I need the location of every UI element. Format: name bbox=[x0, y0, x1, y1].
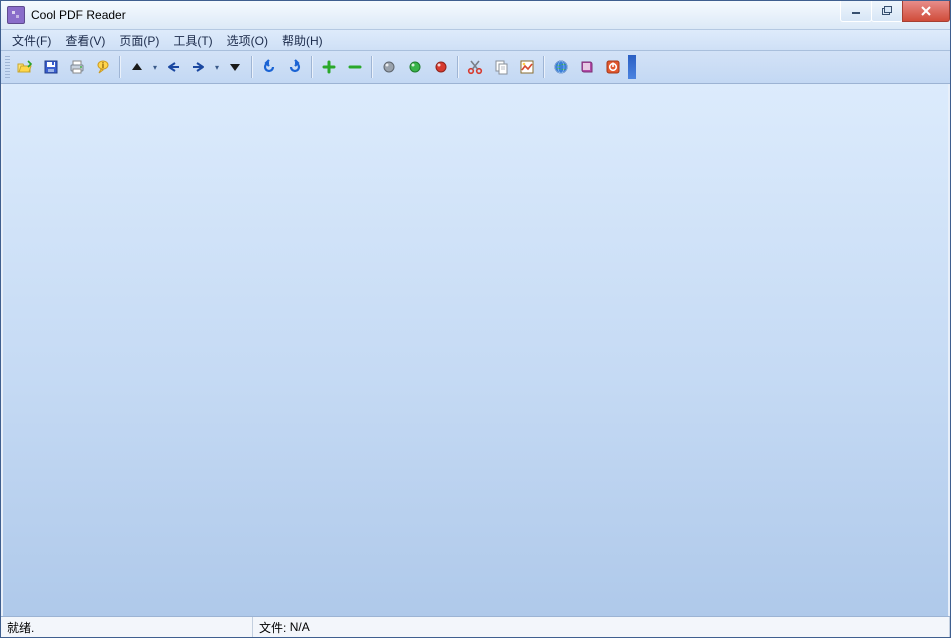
maximize-icon bbox=[882, 6, 893, 16]
window-title: Cool PDF Reader bbox=[31, 8, 126, 22]
menu-view[interactable]: 查看(V) bbox=[58, 30, 112, 51]
app-icon bbox=[7, 6, 25, 24]
first-page-button[interactable] bbox=[125, 55, 149, 79]
titlebar: Cool PDF Reader bbox=[1, 1, 950, 30]
image-button[interactable] bbox=[515, 55, 539, 79]
minimize-button[interactable] bbox=[840, 1, 872, 22]
window-controls bbox=[841, 1, 950, 22]
menu-help[interactable]: 帮助(H) bbox=[275, 30, 330, 51]
toolbar-end-grip[interactable] bbox=[628, 55, 636, 79]
green-circle-icon bbox=[408, 60, 422, 74]
zoom-out-button[interactable] bbox=[343, 55, 367, 79]
copy-pages-icon bbox=[493, 59, 509, 75]
toolbar-grip[interactable] bbox=[5, 56, 10, 78]
arrow-left-icon bbox=[165, 60, 181, 74]
info-button[interactable]: i bbox=[91, 55, 115, 79]
separator bbox=[311, 56, 313, 78]
web-button[interactable] bbox=[549, 55, 573, 79]
separator bbox=[251, 56, 253, 78]
separator bbox=[119, 56, 121, 78]
gray-dot-button[interactable] bbox=[377, 55, 401, 79]
menu-file[interactable]: 文件(F) bbox=[5, 30, 58, 51]
last-page-button[interactable] bbox=[223, 55, 247, 79]
next-page-dropdown[interactable]: ▾ bbox=[212, 63, 222, 72]
open-button[interactable] bbox=[13, 55, 37, 79]
minimize-icon bbox=[851, 6, 861, 16]
power-button[interactable] bbox=[601, 55, 625, 79]
zoom-in-button[interactable] bbox=[317, 55, 341, 79]
globe-icon bbox=[553, 59, 569, 75]
floppy-save-icon bbox=[43, 59, 59, 75]
red-dot-button[interactable] bbox=[429, 55, 453, 79]
power-icon bbox=[605, 59, 621, 75]
menu-tools[interactable]: 工具(T) bbox=[166, 30, 219, 51]
maximize-button[interactable] bbox=[871, 1, 903, 22]
close-icon bbox=[920, 6, 932, 16]
status-ready: 就绪. bbox=[1, 617, 253, 637]
red-circle-icon bbox=[434, 60, 448, 74]
save-button[interactable] bbox=[39, 55, 63, 79]
app-window: Cool PDF Reader 文件(F) 查看(V) 页面(P) 工具(T) … bbox=[0, 0, 951, 638]
statusbar: 就绪. 文件: N/A bbox=[1, 616, 950, 637]
plus-icon bbox=[321, 59, 337, 75]
svg-text:i: i bbox=[102, 61, 104, 70]
separator bbox=[543, 56, 545, 78]
copy-button[interactable] bbox=[489, 55, 513, 79]
arrow-up-first-icon bbox=[130, 60, 144, 74]
document-area bbox=[1, 84, 950, 616]
menu-options[interactable]: 选项(O) bbox=[220, 30, 275, 51]
rotate-left-button[interactable] bbox=[257, 55, 281, 79]
separator bbox=[371, 56, 373, 78]
scissors-icon bbox=[467, 59, 483, 75]
print-button[interactable] bbox=[65, 55, 89, 79]
arrow-down-last-icon bbox=[228, 60, 242, 74]
rotate-right-button[interactable] bbox=[283, 55, 307, 79]
separator bbox=[457, 56, 459, 78]
book-icon bbox=[579, 59, 595, 75]
prev-page-button[interactable] bbox=[161, 55, 185, 79]
close-button[interactable] bbox=[902, 1, 950, 22]
green-dot-button[interactable] bbox=[403, 55, 427, 79]
status-file-label: 文件: bbox=[259, 619, 286, 636]
book-button[interactable] bbox=[575, 55, 599, 79]
printer-icon bbox=[69, 59, 85, 75]
toolbar: i ▾ ▾ bbox=[1, 51, 950, 84]
gray-circle-icon bbox=[382, 60, 396, 74]
menu-page[interactable]: 页面(P) bbox=[112, 30, 166, 51]
redo-rotate-right-icon bbox=[287, 59, 303, 75]
status-file-value: N/A bbox=[290, 620, 310, 634]
arrow-right-icon bbox=[191, 60, 207, 74]
minus-icon bbox=[347, 59, 363, 75]
info-icon: i bbox=[95, 59, 111, 75]
cut-button[interactable] bbox=[463, 55, 487, 79]
next-page-button[interactable] bbox=[187, 55, 211, 79]
folder-open-icon bbox=[17, 59, 33, 75]
status-file: 文件: N/A bbox=[253, 617, 950, 637]
picture-chart-icon bbox=[519, 59, 535, 75]
first-page-dropdown[interactable]: ▾ bbox=[150, 63, 160, 72]
menubar: 文件(F) 查看(V) 页面(P) 工具(T) 选项(O) 帮助(H) bbox=[1, 30, 950, 51]
undo-rotate-left-icon bbox=[261, 59, 277, 75]
